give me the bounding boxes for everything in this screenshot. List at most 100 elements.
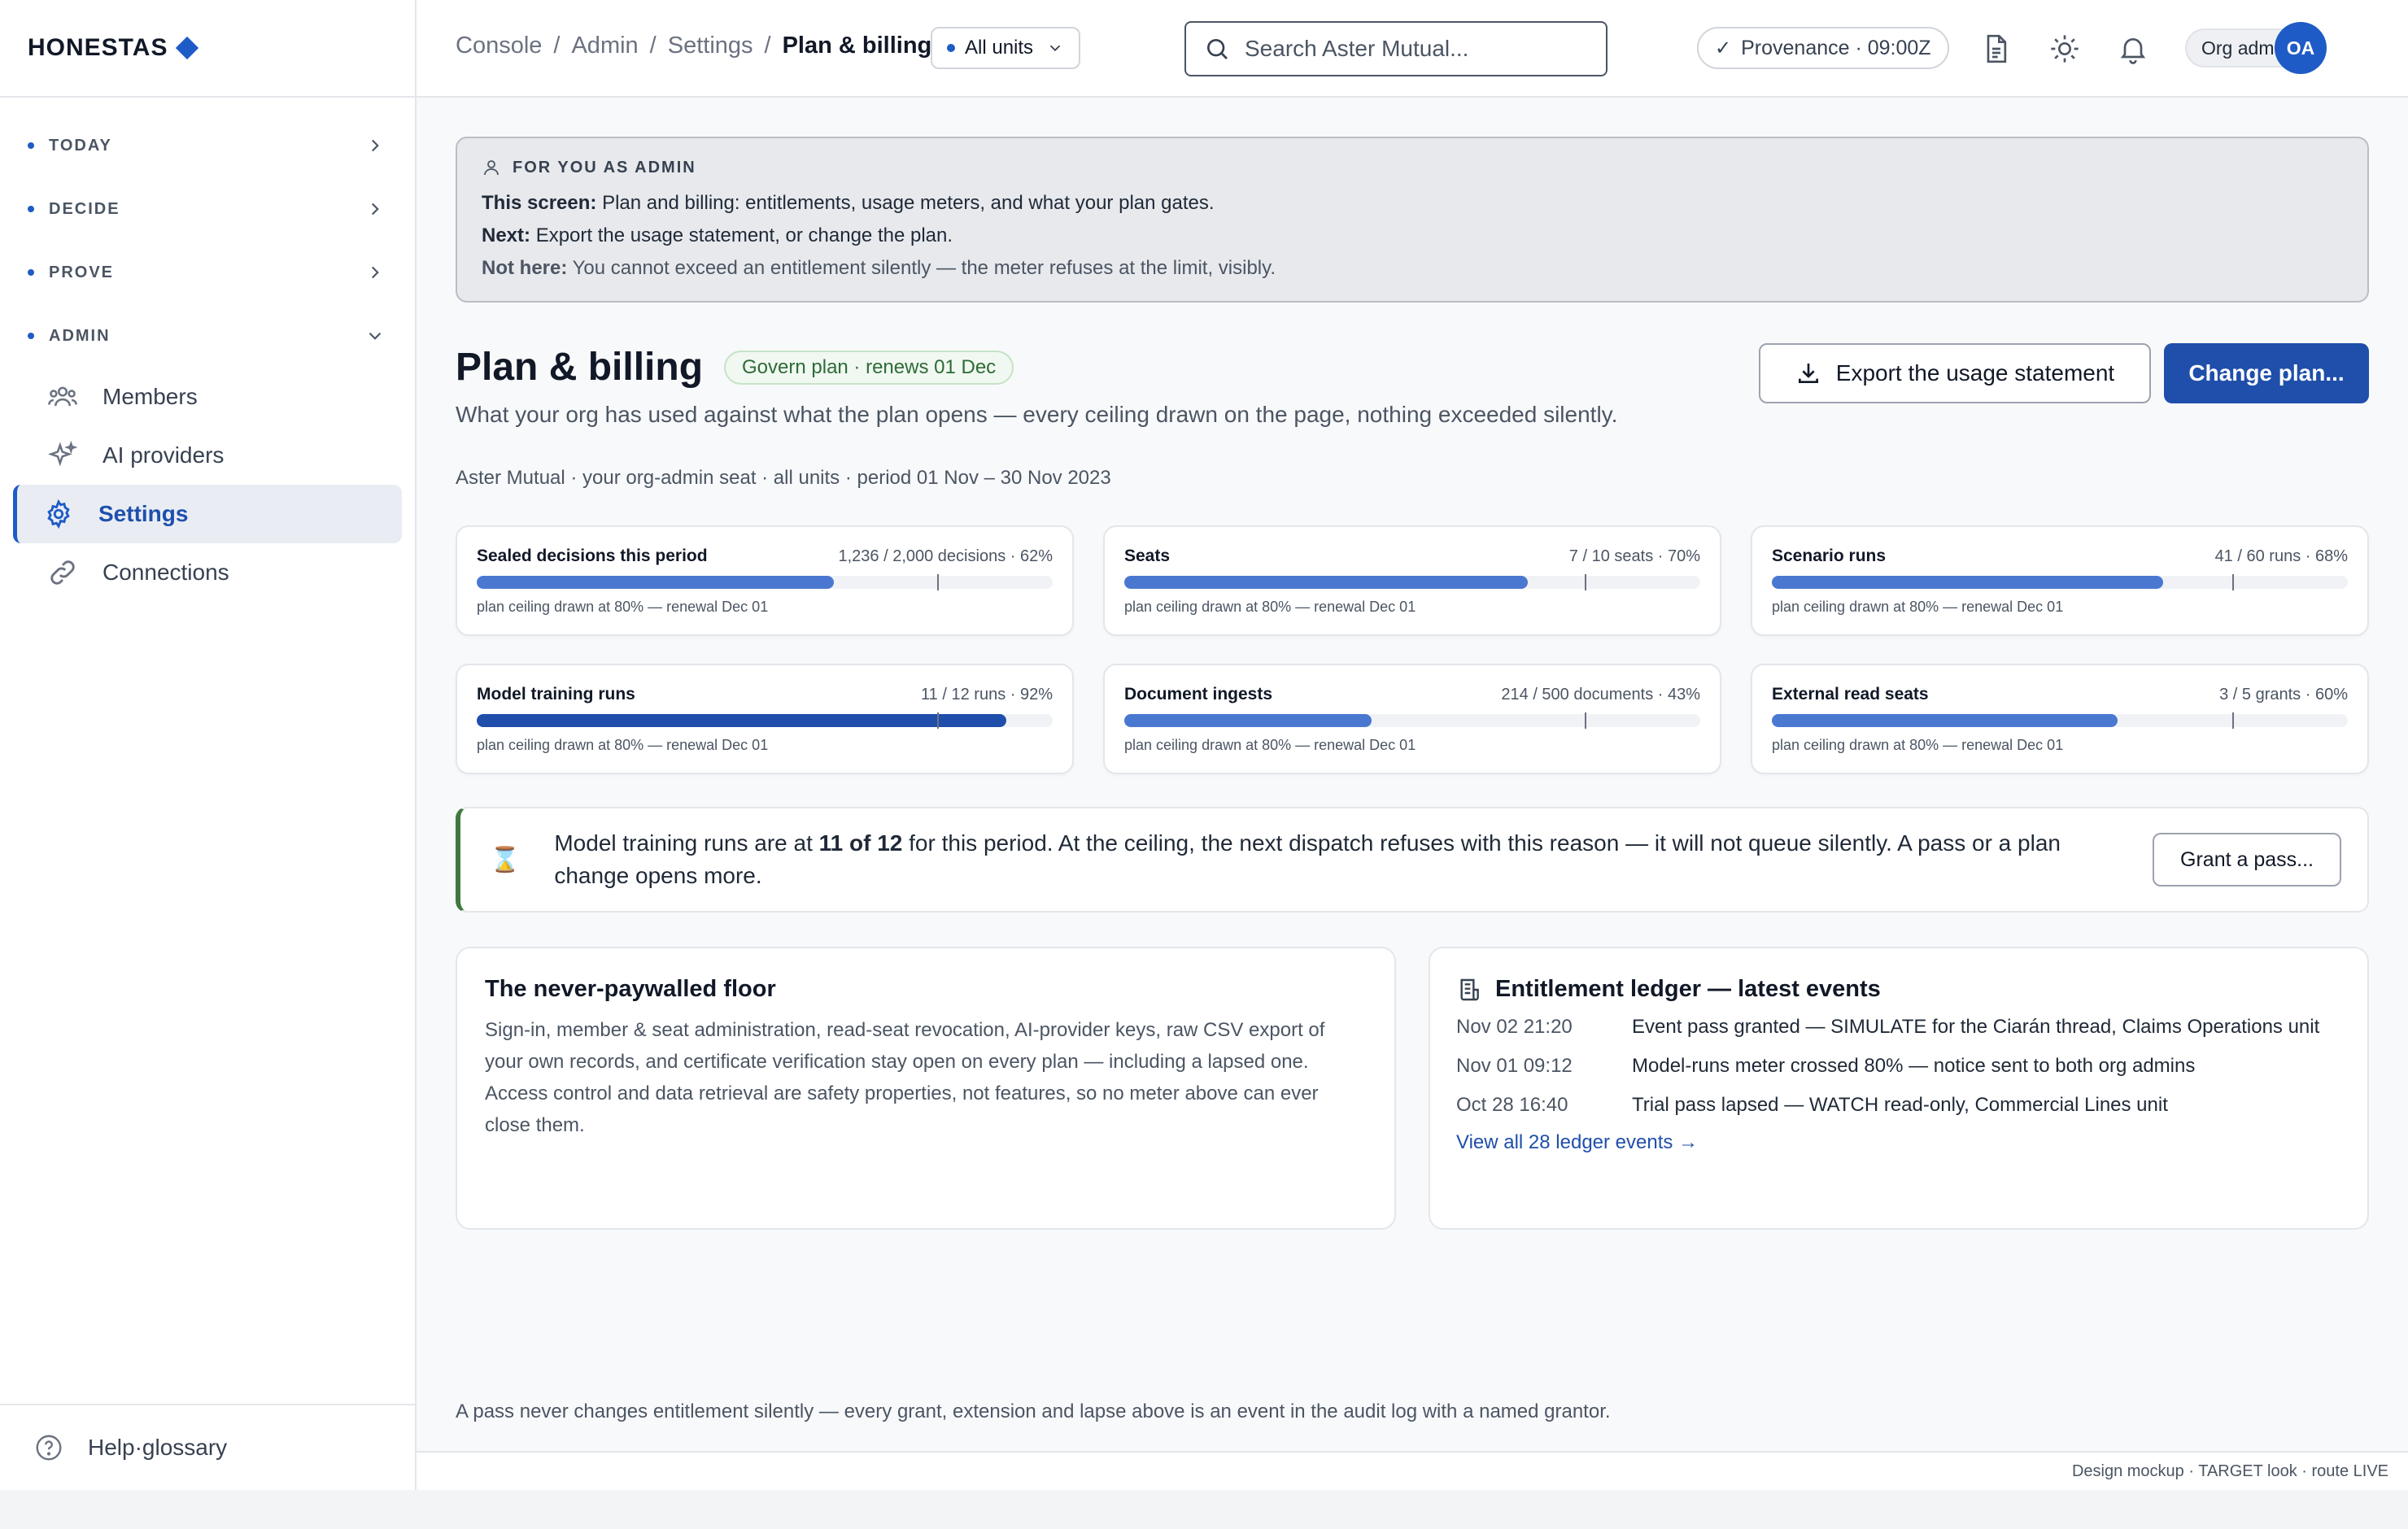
plan-badge: Govern plan · renews 01 Dec <box>724 350 1014 385</box>
ledger-event-text: Model-runs meter crossed 80% — notice se… <box>1632 1055 2196 1077</box>
ledger-icon <box>1460 978 1479 1000</box>
meter-name: Model training runs <box>477 685 635 704</box>
gear-icon <box>47 499 70 529</box>
section-label: ADMIN <box>49 326 111 345</box>
breadcrumb: Console / Admin / Settings / Plan & bill… <box>456 33 931 59</box>
brand[interactable]: HONESTAS <box>0 0 415 98</box>
theme-sun-icon[interactable] <box>2048 33 2081 65</box>
breadcrumb-separator: / <box>649 33 657 59</box>
callout-next: Next: Export the usage statement, or cha… <box>482 220 2343 252</box>
help-label: Help·glossary <box>88 1435 228 1460</box>
document-icon[interactable] <box>1980 33 2013 65</box>
bell-icon[interactable] <box>2117 33 2149 65</box>
meter-ceiling-tick <box>1585 574 1587 590</box>
export-usage-label: Export the usage statement <box>1835 360 2115 386</box>
callout-kicker: FOR YOU AS ADMIN <box>482 158 2343 177</box>
meter-header: External read seats 3 / 5 grants · 60% <box>1772 685 2348 704</box>
members-icon <box>48 386 77 407</box>
warning-text: Model training runs are at 11 of 12 for … <box>554 827 2132 892</box>
usage-meter: External read seats 3 / 5 grants · 60% pla… <box>1751 664 2369 774</box>
meter-ceiling-tick <box>937 712 940 729</box>
export-usage-button[interactable]: Export the usage statement <box>1759 343 2151 403</box>
meter-track <box>1772 712 2348 729</box>
section-label: DECIDE <box>49 199 120 218</box>
usage-meter: Model training runs 11 / 12 runs · 92% pla… <box>456 664 1074 774</box>
meter-ceiling-tick <box>2232 712 2235 729</box>
search-icon <box>1207 39 1228 59</box>
meter-track <box>477 712 1053 729</box>
callout-next-label: Next: <box>482 224 531 246</box>
search-box[interactable] <box>1184 21 1608 76</box>
meter-note: plan ceiling drawn at 80% — renewal Dec … <box>1772 737 2064 753</box>
sidebar-section-prove[interactable]: PROVE <box>0 241 415 304</box>
grant-pass-button[interactable]: Grant a pass... <box>2153 833 2341 886</box>
provenance-label: Provenance · 09:00Z <box>1741 36 1931 59</box>
meter-header: Document ingests 214 / 500 documents · 43… <box>1124 685 1700 704</box>
link-icon <box>50 560 75 585</box>
section-dot <box>28 142 34 149</box>
ledger-event: Nov 02 21:20 Event pass granted — SIMULAT… <box>1456 1014 2341 1040</box>
usage-meter: Sealed decisions this period 1,236 / 2,00… <box>456 525 1074 636</box>
sidebar-section-decide[interactable]: DECIDE <box>0 177 415 241</box>
units-dot <box>947 44 955 52</box>
search-input[interactable] <box>1245 36 1570 62</box>
meter-note: plan ceiling drawn at 80% — renewal Dec … <box>477 737 769 753</box>
help-glossary-link[interactable]: Help·glossary <box>0 1404 415 1490</box>
meter-fill <box>1772 714 2118 727</box>
units-label: All units <box>965 37 1034 59</box>
sidebar-item-connections[interactable]: Connections <box>13 543 402 602</box>
meter-ceiling-tick <box>1585 712 1587 729</box>
section-label: PROVE <box>49 263 115 281</box>
breadcrumb-settings[interactable]: Settings <box>668 33 753 59</box>
section-dot <box>28 269 34 276</box>
sparkle-icon <box>47 440 78 467</box>
floor-title: The never-paywalled floor <box>485 976 776 1002</box>
meter-track <box>1124 712 1700 729</box>
ledger-event-text: Event pass granted — SIMULATE for the Ci… <box>1632 1016 2320 1038</box>
change-plan-button[interactable]: Change plan... <box>2164 343 2369 403</box>
ledger-event-time: Nov 01 09:12 <box>1456 1055 1573 1077</box>
ledger-event: Oct 28 16:40 Trial pass lapsed — WATCH re… <box>1456 1092 2341 1118</box>
meter-value: 214 / 500 documents · 43% <box>1501 685 1700 704</box>
meter-name: External read seats <box>1772 685 1929 704</box>
breadcrumb-console[interactable]: Console <box>456 33 542 59</box>
meter-ceiling-tick <box>2232 574 2235 590</box>
sidebar-item-settings[interactable]: Settings <box>13 485 402 543</box>
app-shell: HONESTAS TODAY DECIDE PROVE ADMIN Member… <box>0 0 2408 1490</box>
units-selector[interactable]: All units <box>931 27 1081 69</box>
callout-not-here: Not here: You cannot exceed an entitleme… <box>482 252 2343 285</box>
admin-callout: FOR YOU AS ADMIN This screen: Plan and b… <box>456 137 2369 303</box>
sidebar-section-admin[interactable]: ADMIN <box>0 304 415 368</box>
meter-note: plan ceiling drawn at 80% — renewal Dec … <box>1772 599 2064 615</box>
provenance-chip[interactable]: ✓ Provenance · 09:00Z <box>1697 27 1949 69</box>
breadcrumb-admin[interactable]: Admin <box>571 33 638 59</box>
sidebar-item-members[interactable]: Members <box>13 368 402 426</box>
section-dot <box>28 333 34 339</box>
sidebar-nav: TODAY DECIDE PROVE ADMIN Members AI prov… <box>0 98 415 602</box>
audit-footnote: A pass never changes entitlement silentl… <box>456 1400 1611 1422</box>
callout-this-label: This screen: <box>482 192 597 214</box>
callout-not-label: Not here: <box>482 257 568 279</box>
chevron-down-icon <box>369 332 382 340</box>
context-line: Aster Mutual · your org-admin seat · all… <box>456 467 1111 489</box>
meter-fill <box>1124 576 1528 589</box>
meter-value: 11 / 12 runs · 92% <box>921 685 1053 704</box>
statusbar-text: Design mockup · TARGET look · route LIVE <box>2071 1462 2388 1480</box>
view-all-ledger-link[interactable]: View all 28 ledger events → <box>1456 1131 2341 1154</box>
ledger-event-time: Oct 28 16:40 <box>1456 1094 1568 1116</box>
meter-fill <box>477 576 834 589</box>
callout-kicker-label: FOR YOU AS ADMIN <box>513 158 696 176</box>
ledger-event-time: Nov 02 21:20 <box>1456 1016 1573 1038</box>
avatar[interactable]: OA <box>2275 22 2327 74</box>
chevron-right-icon <box>371 266 379 279</box>
meter-fill <box>1124 714 1372 727</box>
meter-header: Model training runs 11 / 12 runs · 92% <box>477 685 1053 704</box>
sidebar-item-label: Members <box>103 384 198 409</box>
meter-value: 3 / 5 grants · 60% <box>2219 685 2348 704</box>
meter-fill <box>1772 576 2164 589</box>
sidebar-item-ai-providers[interactable]: AI providers <box>13 426 402 485</box>
callout-this-text: Plan and billing: entitlements, usage me… <box>602 192 1215 214</box>
sidebar-section-today[interactable]: TODAY <box>0 114 415 177</box>
callout-not-text: You cannot exceed an entitlement silentl… <box>572 257 1276 279</box>
callout-next-text: Export the usage statement, or change th… <box>535 224 953 246</box>
